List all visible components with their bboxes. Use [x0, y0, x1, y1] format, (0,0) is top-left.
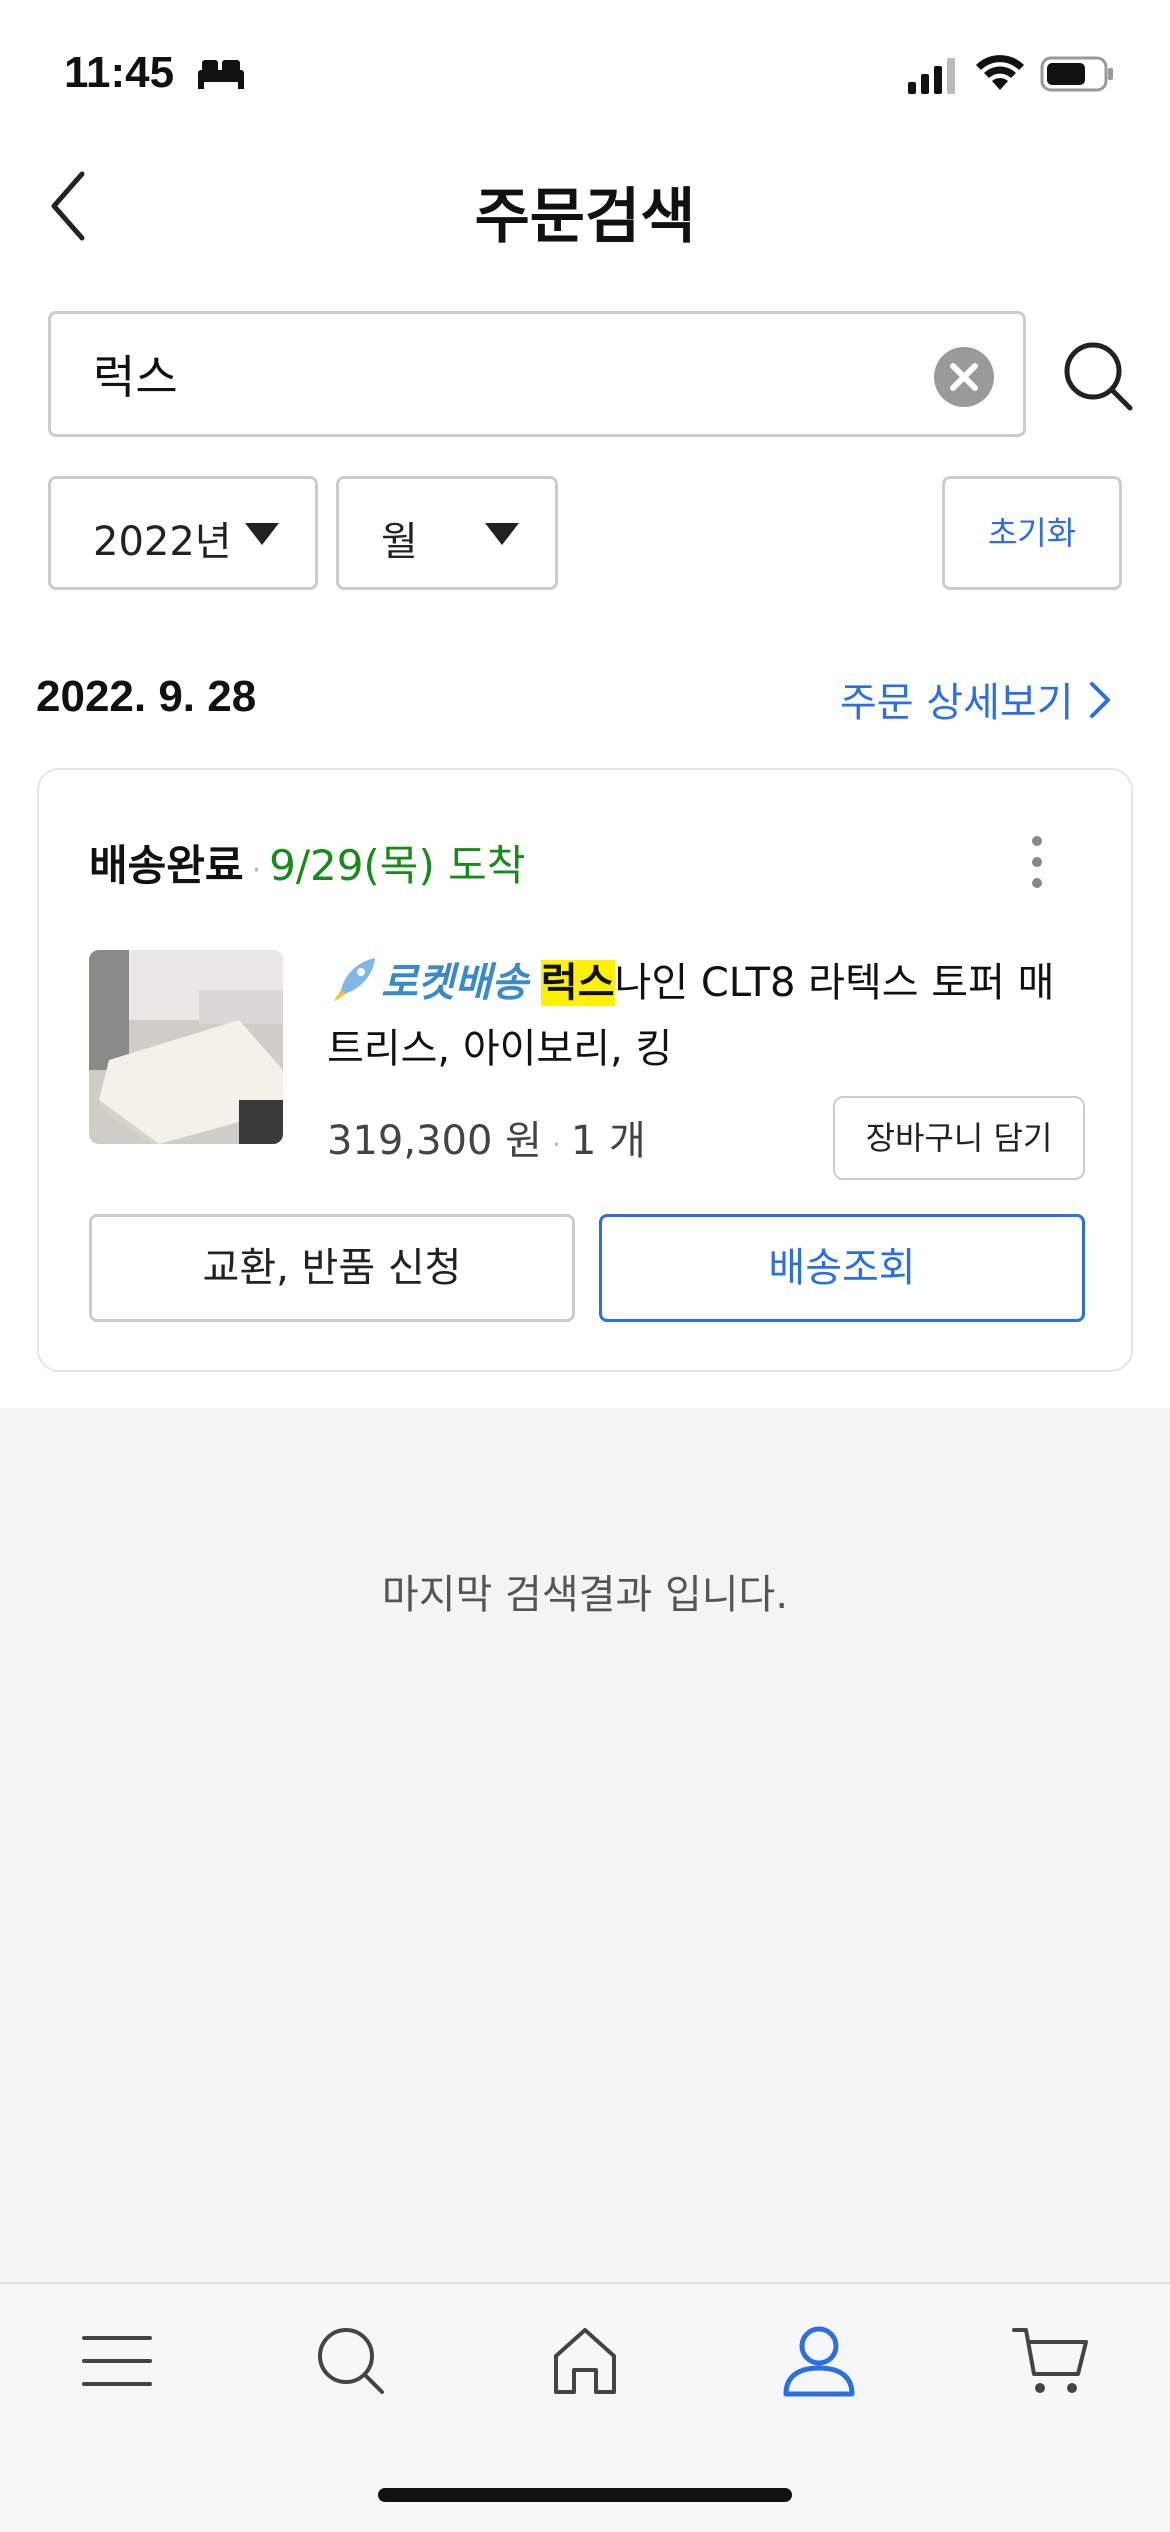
page-title: 주문검색 [474, 182, 696, 252]
search-icon[interactable] [1062, 340, 1134, 412]
clear-icon[interactable] [933, 346, 995, 408]
reset-button[interactable]: 초기화 [942, 476, 1122, 590]
search-highlight: 럭스 [540, 960, 615, 1006]
add-to-cart-button[interactable]: 장바구니 담기 [833, 1096, 1085, 1180]
product-price: 319,300 원 [327, 1118, 542, 1164]
wifi-icon [976, 55, 1024, 90]
month-select-label: 월 [381, 519, 418, 565]
order-card: 배송완료 · 9/29(목) 도착 로켓배송 럭스나인 CLT8 라텍스 토퍼 매트… [37, 768, 1133, 1372]
rocket-icon [333, 958, 375, 1002]
home-icon[interactable] [546, 2322, 624, 2400]
arrival-date: 9/29(목) 도착 [269, 841, 526, 890]
order-date: 2022. 9. 28 [36, 672, 257, 721]
separator-dot: · [251, 853, 262, 888]
search-box[interactable] [48, 311, 1026, 437]
delivery-tracking-button[interactable]: 배송조회 [599, 1214, 1085, 1322]
home-indicator [378, 2488, 792, 2502]
cart-icon[interactable] [1012, 2322, 1090, 2400]
month-select[interactable]: 월 [336, 476, 558, 590]
separator-dot: · [551, 1128, 561, 1161]
rocket-delivery-label: 로켓배송 [381, 960, 529, 1006]
signal-icon [908, 58, 955, 94]
year-select[interactable]: 2022년 [48, 476, 318, 590]
user-icon[interactable] [780, 2322, 858, 2400]
delivery-status: 배송완료 [89, 841, 244, 890]
end-of-results-message: 마지막 검색결과 입니다. [381, 1572, 789, 1618]
chevron-right-icon[interactable] [1088, 680, 1114, 720]
menu-icon[interactable] [78, 2322, 156, 2400]
order-detail-link[interactable]: 주문 상세보기 [840, 670, 1074, 728]
bed-icon [198, 60, 244, 89]
product-image[interactable] [89, 950, 283, 1144]
product-quantity: 1 개 [570, 1118, 646, 1164]
status-time: 11:45 [64, 48, 175, 97]
more-options-icon[interactable] [1029, 834, 1045, 890]
search-icon[interactable] [312, 2322, 390, 2400]
price-line: 319,300 원 · 1 개 [327, 1108, 646, 1166]
caret-down-icon [245, 523, 279, 545]
search-input[interactable] [93, 332, 913, 416]
product-title[interactable]: 로켓배송 럭스나인 CLT8 라텍스 토퍼 매트리스, 아이보리, 킹 [327, 950, 1087, 1082]
exchange-return-button[interactable]: 교환, 반품 신청 [89, 1214, 575, 1322]
delivery-status-line: 배송완료 · 9/29(목) 도착 [89, 832, 525, 893]
battery-icon [1040, 56, 1113, 92]
year-select-label: 2022년 [93, 519, 232, 565]
caret-down-icon [485, 523, 519, 545]
